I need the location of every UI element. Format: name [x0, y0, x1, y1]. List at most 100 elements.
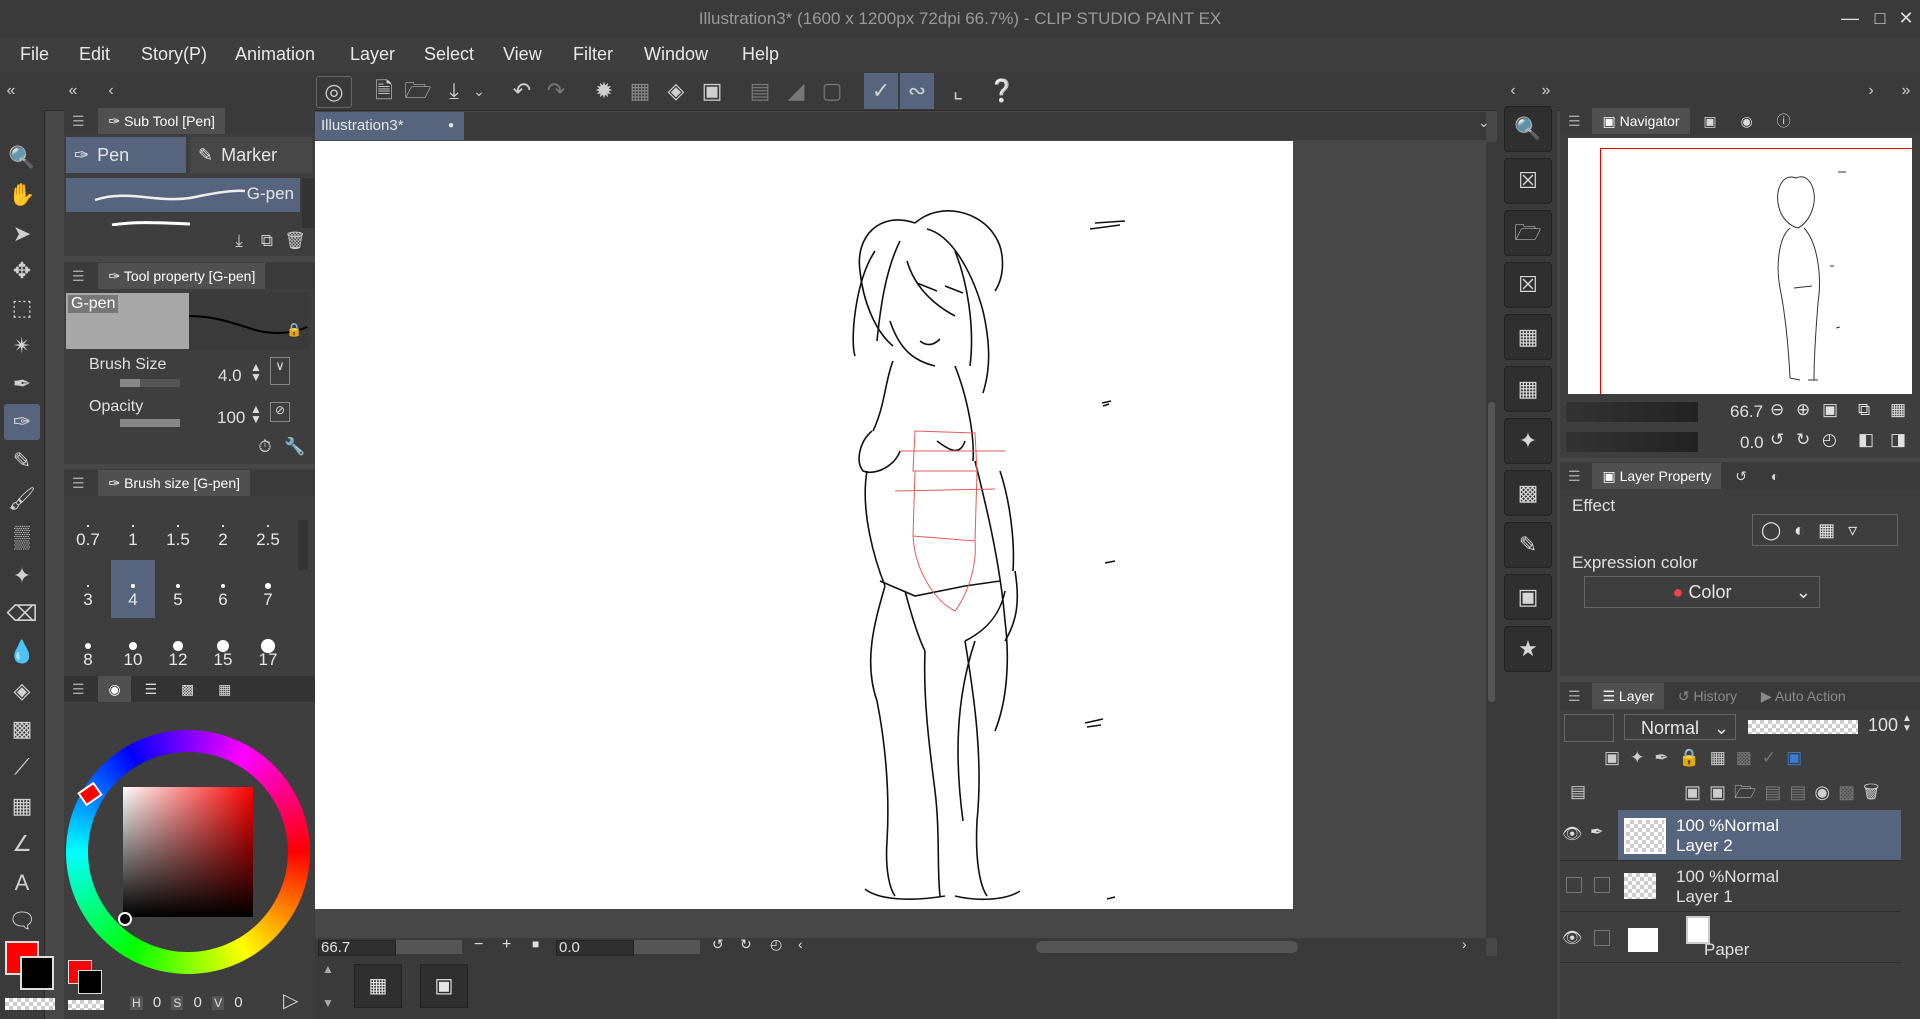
tone-effect-icon[interactable]: ◐ — [1786, 520, 1805, 540]
layer-opacity-slider[interactable] — [1748, 720, 1858, 734]
sub-color-chip[interactable] — [78, 970, 102, 994]
subtool-item-next[interactable] — [66, 214, 300, 226]
menu-layer[interactable]: Layer — [350, 37, 395, 72]
apply-mask-icon[interactable]: ▩ — [1838, 782, 1863, 802]
rotate-left-icon[interactable]: ↺ — [712, 936, 724, 953]
duplicate-icon[interactable]: ⧉ — [254, 226, 280, 256]
selection-tool-icon[interactable]: ⬚ — [4, 290, 40, 326]
menu-filter[interactable]: Filter — [573, 37, 613, 72]
brushsize-tab[interactable]: ✑ Brush size [G-pen] — [98, 470, 251, 496]
item-bank-tab-icon[interactable]: ◉ — [1731, 108, 1763, 134]
lock-icon[interactable]: 🔒 — [286, 322, 302, 338]
brush-size-3[interactable]: 3 — [66, 560, 110, 618]
pressure-toggle-icon[interactable]: ∨ — [270, 357, 290, 385]
undo-icon[interactable]: ↶ — [506, 73, 538, 109]
panel-menu-icon[interactable]: ☰ — [64, 681, 85, 697]
new-file-icon[interactable]: 🗎 — [368, 73, 400, 109]
edit-target-checkbox[interactable] — [1594, 930, 1610, 946]
panel-menu-icon[interactable]: ☰ — [1560, 113, 1581, 129]
material-folder-icon[interactable]: 🗁 — [1504, 210, 1552, 256]
menu-file[interactable]: File — [20, 37, 49, 72]
brushsize-scrollbar[interactable] — [298, 520, 308, 570]
deselect-icon[interactable]: ▤ — [744, 73, 776, 109]
invert-selection-icon[interactable]: ◢ — [780, 73, 812, 109]
eyedropper-icon[interactable]: ✒ — [4, 366, 40, 402]
expression-color-select[interactable]: ● Color ⌄ — [1584, 576, 1820, 608]
nav-flip-v-icon[interactable]: ◨ — [1890, 430, 1906, 450]
navigator-rotate-slider[interactable] — [1566, 432, 1698, 452]
sv-marker[interactable] — [118, 912, 132, 926]
menu-select[interactable]: Select — [424, 37, 474, 72]
border-effect-icon[interactable]: ◯ — [1753, 520, 1781, 540]
zoom-slider[interactable] — [396, 940, 462, 954]
navigator-preview[interactable] — [1568, 138, 1912, 394]
panel-menu-icon[interactable]: ☰ — [64, 475, 85, 491]
material-pose-icon[interactable]: ★ — [1504, 626, 1552, 672]
save-icon[interactable]: ⤓ — [438, 73, 470, 109]
panel-menu-icon[interactable]: ☰ — [1560, 468, 1581, 484]
transform-icon[interactable]: ▣ — [696, 73, 728, 109]
selection-dots-icon[interactable]: ▦ — [624, 73, 656, 109]
material-edit-icon[interactable]: ✎ — [1504, 522, 1552, 568]
blend-tool-icon[interactable]: 💧 — [4, 634, 40, 670]
subtool-tab[interactable]: ✑ Sub Tool [Pen] — [98, 108, 225, 134]
reset-rotation-icon[interactable]: ◴ — [770, 936, 782, 953]
horizontal-scrollbar[interactable] — [1036, 941, 1298, 953]
text-tool-icon[interactable]: A — [4, 865, 40, 901]
scene-icon[interactable]: ▣ — [420, 964, 468, 1008]
collapse-down-icon[interactable]: ▼ — [322, 996, 334, 1010]
clip-studio-icon[interactable]: ◎ — [316, 76, 352, 108]
navigator-zoom-value[interactable]: 66.7 — [1730, 402, 1763, 422]
brush-size-4[interactable]: 4 — [111, 560, 155, 618]
opacity-value[interactable]: 100 — [217, 408, 245, 428]
gradient-tool-icon[interactable]: ▩ — [4, 711, 40, 747]
nav-flip-h-icon[interactable]: ◧ — [1858, 430, 1874, 450]
info-tab-icon[interactable]: ⓘ — [1767, 108, 1801, 134]
pen-tool-icon[interactable]: ✑ — [4, 404, 40, 440]
intermediate-color-tab-icon[interactable]: ▦ — [208, 676, 241, 702]
open-folder-icon[interactable]: 🗁 — [402, 73, 434, 109]
brush-size-1.5[interactable]: 1.5 — [156, 500, 200, 558]
angle-slider[interactable] — [634, 940, 700, 954]
nav-zoom-in-icon[interactable]: ⊕ — [1796, 400, 1810, 420]
rotate-right-icon[interactable]: ↻ — [740, 936, 752, 953]
new-raster-layer-icon[interactable]: ▣ — [1684, 782, 1709, 802]
zoom-out-icon[interactable]: − — [474, 936, 483, 954]
transparent-chip[interactable] — [68, 1000, 104, 1010]
menu-window[interactable]: Window — [644, 37, 708, 72]
subtool-item-gpen[interactable]: G-pen — [66, 178, 300, 212]
brush-size-value[interactable]: 4.0 — [218, 366, 242, 386]
clip-below-icon[interactable]: ▣ — [1604, 748, 1630, 767]
zoom-field[interactable]: 66.7 — [318, 940, 396, 956]
auto-action-tab[interactable]: ▶ Auto Action — [1751, 683, 1856, 709]
mask-icon[interactable]: ▩ — [1736, 748, 1762, 767]
visibility-eye-icon[interactable]: 👁 — [1562, 824, 1582, 844]
new-folder-icon[interactable]: 🗁 — [1734, 782, 1764, 802]
collapse-panel-icon[interactable]: « — [62, 73, 84, 109]
brush-size-17[interactable]: 17 — [246, 620, 290, 672]
redo-icon[interactable]: ↷ — [540, 73, 572, 109]
nav-zoom-out-icon[interactable]: ⊖ — [1770, 400, 1784, 420]
fill-icon[interactable]: ◈ — [660, 73, 692, 109]
snap-ruler-icon[interactable]: ✓ — [864, 73, 898, 109]
eraser-tool-icon[interactable]: ⌫ — [4, 596, 40, 632]
subview-tab-icon[interactable]: ▣ — [1693, 108, 1726, 134]
ruler-tool-icon[interactable]: ∠ — [4, 826, 40, 862]
snap-grid-icon[interactable]: ⌞ — [942, 73, 974, 109]
navigator-zoom-slider[interactable] — [1566, 402, 1698, 422]
loading-icon[interactable]: ✹ — [588, 73, 620, 109]
menu-story[interactable]: Story(P) — [141, 37, 207, 72]
create-mask-icon[interactable]: ◉ — [1814, 782, 1838, 802]
layer-row-2[interactable]: 👁 ✒ 100 %Normal Layer 2 — [1560, 810, 1901, 861]
trash-icon[interactable]: 🗑 — [282, 226, 308, 256]
tab-list-icon[interactable]: ⌄ — [1478, 114, 1490, 131]
collapse-left-icon[interactable]: « — [0, 73, 22, 109]
snap-special-ruler-icon[interactable]: ∾ — [900, 73, 934, 109]
import-icon[interactable]: ⤓ — [226, 226, 252, 256]
layer-tab[interactable]: ☰ Layer — [1592, 683, 1664, 709]
move-layer-icon[interactable]: ✥ — [4, 253, 40, 289]
scroll-right-icon[interactable]: › — [1462, 936, 1467, 952]
lock-transparent-icon[interactable]: ▦ — [1710, 748, 1736, 767]
brush-tool-icon[interactable]: 🖌 — [4, 481, 40, 517]
toolprop-tab[interactable]: ✑ Tool property [G-pen] — [98, 263, 266, 289]
